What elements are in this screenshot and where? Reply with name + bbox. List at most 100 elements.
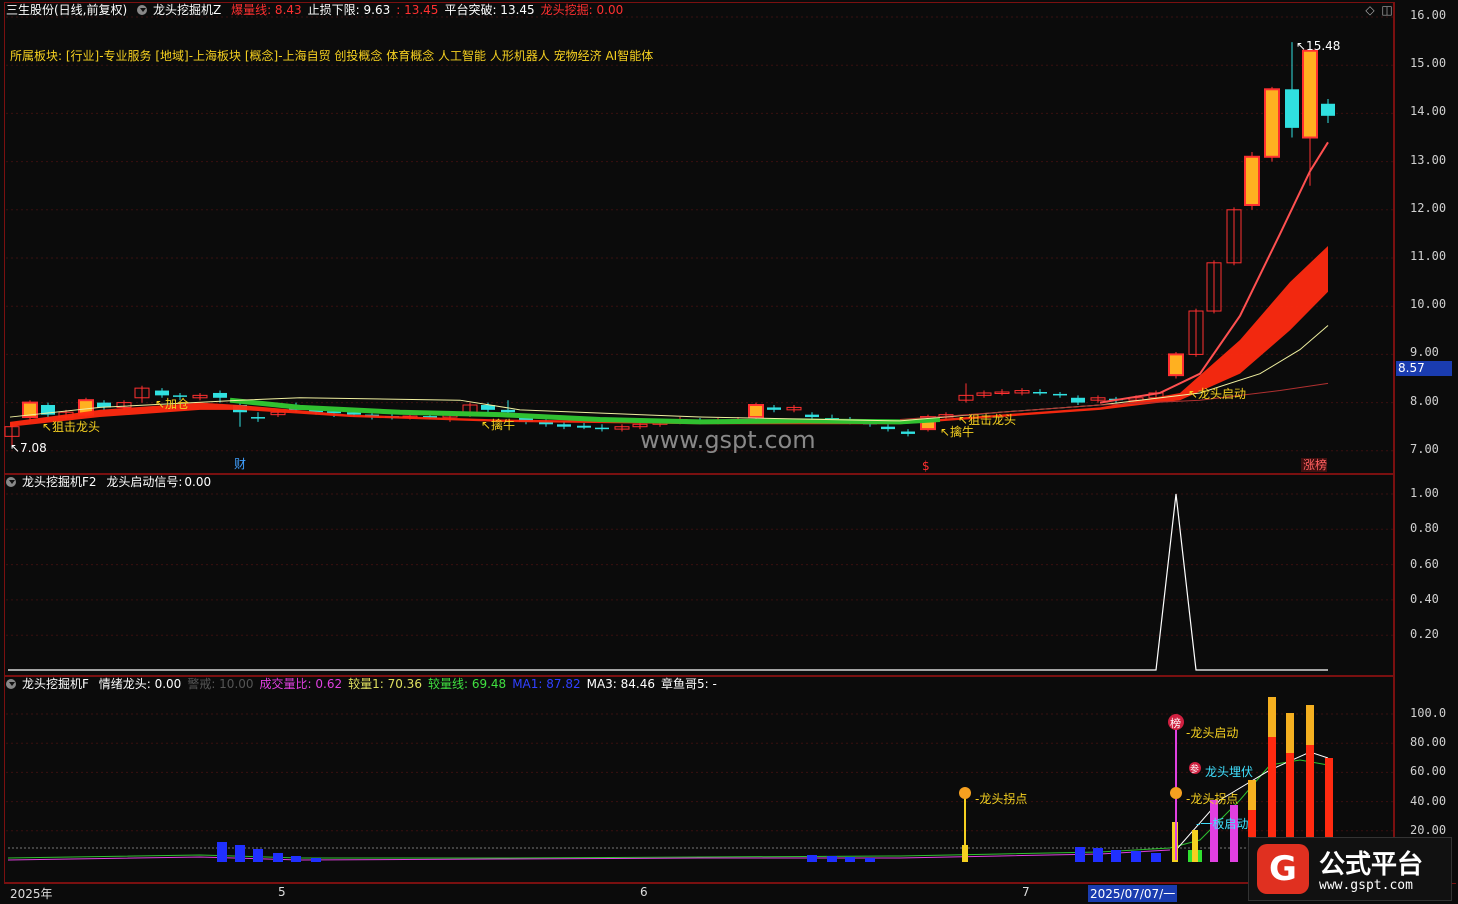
volume-bar-blue: [1111, 850, 1121, 862]
turn-point-marker: [1170, 787, 1182, 799]
low-price-label: ↖7.08: [10, 441, 47, 455]
volume-axis-tick: 40.00: [1410, 793, 1447, 808]
candle-10: [192, 392, 208, 401]
signal-axis-tick: 1.00: [1410, 486, 1439, 500]
candle-body: [251, 417, 265, 419]
turn-point-marker: [959, 787, 971, 799]
signal-line: [8, 493, 1328, 671]
candle-body: [881, 426, 895, 430]
signal-axis-tick: 0.40: [1410, 591, 1439, 606]
volume-bar-yellow: [1192, 830, 1198, 862]
volume-bar-blue: [1093, 848, 1103, 862]
candle-body: [1053, 393, 1067, 396]
signal-axis-tick: 0.80: [1410, 521, 1439, 536]
price-axis-tick: 10.00: [1410, 297, 1447, 312]
finance-marker: 财: [234, 457, 246, 471]
dividend-marker: $: [922, 459, 930, 473]
gspt-logo: G 公式平台 www.gspt.com: [1248, 837, 1452, 901]
volume-bar-blue: [865, 858, 875, 862]
price-axis-tick: 7.00: [1410, 441, 1439, 456]
price-chart-canvas[interactable]: ↖狙击龙头↖加仓↖擒牛 ↖擒牛↖狙击龙头↖龙头启动↖15.48↖7.08财 $ 涨榜w…: [0, 0, 1458, 904]
current-price-tag: 8.57: [1396, 361, 1452, 376]
candle-69: [1321, 98, 1335, 124]
price-axis-tick: 9.00: [1410, 345, 1439, 360]
candle-53: [1014, 388, 1030, 396]
candle-42: [805, 412, 819, 420]
volume-axis-tick: 60.00: [1410, 764, 1447, 779]
volume-bar-orange: [1268, 697, 1276, 737]
main-annotation: ↖加仓: [155, 397, 189, 411]
candle-body: [577, 425, 591, 428]
volume-bar-blue: [291, 856, 301, 862]
volume-bar-yellow: [962, 845, 968, 862]
volume-axis-tick: 80.00: [1410, 735, 1447, 750]
volume-ratio-line: [7, 759, 1329, 859]
candle-55: [1053, 391, 1067, 398]
candle-63: [1206, 260, 1222, 314]
volume-bar-orange: [1306, 705, 1314, 745]
candle-body: [901, 431, 915, 434]
volume-bar-blue: [235, 845, 245, 862]
volume-annotation: -龙头拐点: [975, 791, 1027, 806]
candle-65: [1244, 151, 1260, 210]
candle-5: [97, 400, 111, 410]
volume-bar-orange: [1286, 713, 1294, 753]
volume-bar-blue: [1151, 853, 1161, 862]
candle-2: [41, 402, 55, 418]
candle-61: [1168, 351, 1184, 379]
ma-ribbon: [10, 245, 1328, 427]
volume-bar-blue: [807, 855, 817, 862]
volume-bar-magenta: [1230, 805, 1238, 862]
signal-axis-tick: 0.60: [1410, 556, 1439, 571]
candle-39: [748, 402, 764, 420]
candle-body: [557, 424, 571, 427]
volume-bar-blue: [845, 857, 855, 862]
price-axis-tick: 14.00: [1410, 104, 1447, 119]
volume-bar-magenta: [1210, 800, 1218, 862]
volume-bar-blue: [273, 853, 283, 862]
candle-body: [767, 407, 781, 410]
candle-29: [557, 421, 571, 430]
candle-31: [595, 424, 609, 432]
price-axis-tick: 12.00: [1410, 200, 1447, 215]
volume-axis-tick: 20.00: [1410, 822, 1447, 837]
volume-annotation: 龙头埋伏: [1205, 765, 1253, 779]
volume-bar-blue: [253, 849, 263, 862]
bang-badge-text: 榜: [1170, 716, 1181, 730]
price-axis-tick: 11.00: [1410, 249, 1447, 263]
zhangbang-marker: 涨榜: [1303, 457, 1327, 472]
candle-54: [1033, 389, 1047, 396]
candle-body: [748, 404, 764, 419]
candle-13: [251, 412, 265, 422]
candle-56: [1071, 395, 1085, 406]
price-axis-tick: 15.00: [1410, 56, 1447, 71]
candle-body: [1168, 353, 1184, 377]
candle-30: [577, 422, 591, 430]
candle-body: [155, 390, 169, 396]
candle-body: [805, 414, 819, 418]
main-annotation: ↖狙击龙头: [958, 413, 1016, 427]
candle-41: [786, 405, 802, 413]
candle-50: [958, 383, 974, 403]
candle-body: [1071, 397, 1085, 403]
candle-body: [1033, 391, 1047, 394]
candle-body: [595, 427, 609, 430]
volume-bar-blue: [217, 842, 227, 862]
can-badge-text: 参: [1190, 763, 1199, 775]
high-price-label: ↖15.48: [1296, 39, 1340, 53]
candle-47: [901, 429, 915, 437]
volume-bar-blue: [311, 858, 321, 862]
main-annotation: ↖擒牛: [481, 417, 515, 432]
candle-67: [1285, 42, 1299, 138]
volume-axis-tick: 100.0: [1410, 706, 1447, 720]
candle-7: [134, 385, 150, 403]
volume-bar-blue: [827, 856, 837, 862]
candle-51: [976, 390, 992, 398]
volume-annotation: -龙头拐点: [1186, 791, 1238, 806]
chart-window: 三生股份(日线,前复权) 龙头挖掘机Z 爆量线: 8.43 止损下限: 9.63:…: [0, 0, 1458, 904]
price-axis-tick: 16.00: [1410, 8, 1447, 22]
candle-32: [614, 424, 630, 432]
volume-bar-orange: [1248, 780, 1256, 810]
main-annotation: ↖狙击龙头: [42, 420, 100, 434]
volume-annotation: -龙头启动: [1186, 726, 1238, 740]
